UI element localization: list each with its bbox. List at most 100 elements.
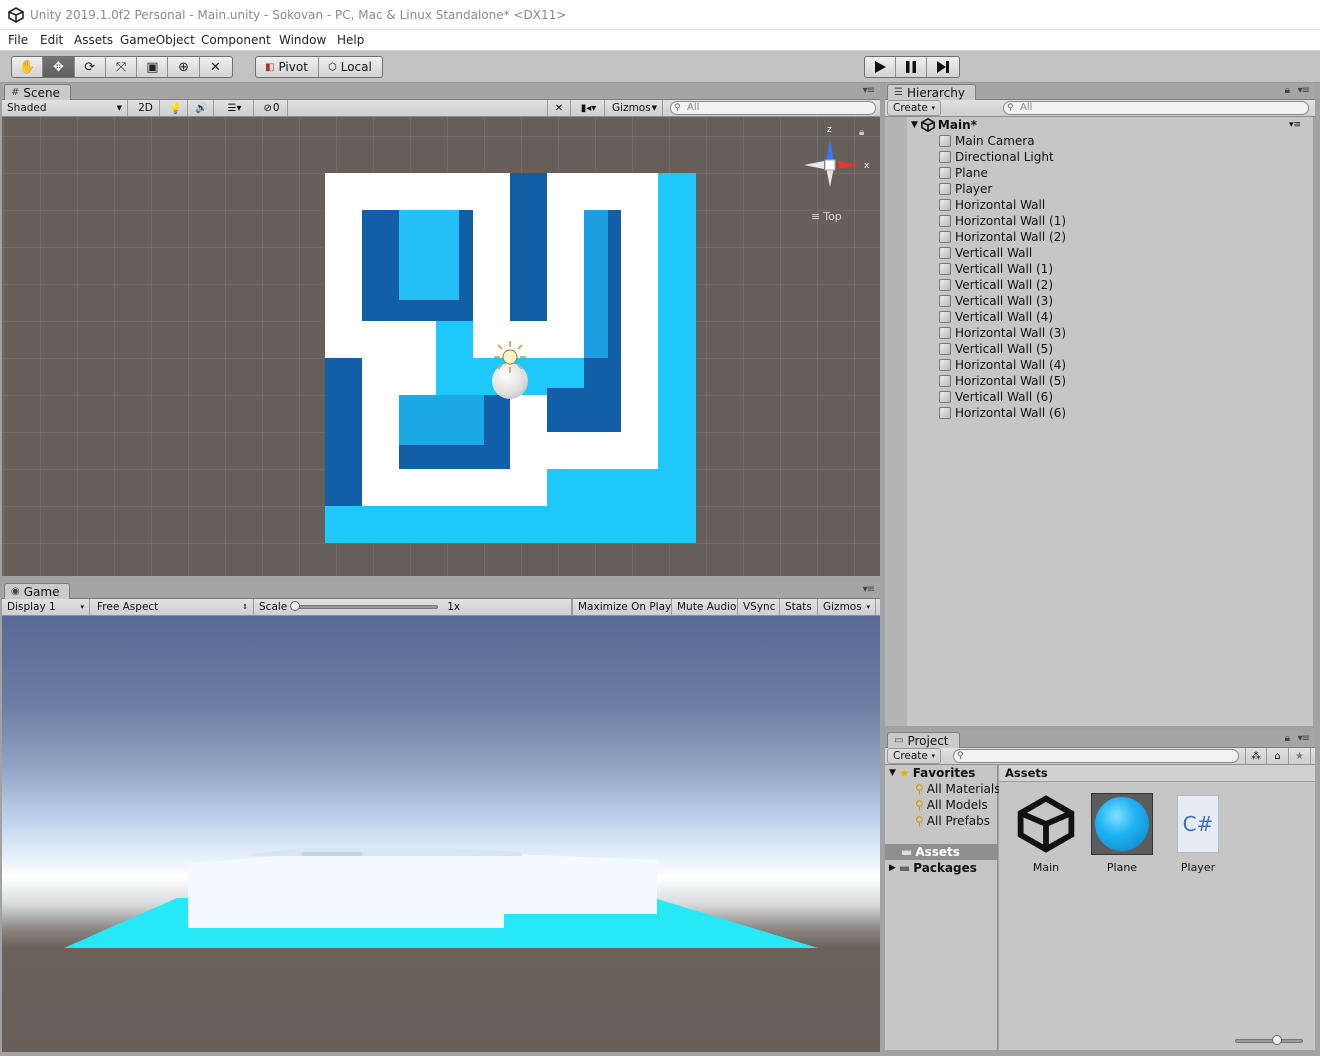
favorites-folder[interactable]: ▼ ★ Favorites (889, 765, 975, 781)
panel-menu-icon[interactable]: ▾≡ (1298, 733, 1310, 744)
hierarchy-search-input[interactable]: ⚲ All (1003, 101, 1309, 115)
menu-edit[interactable]: Edit (40, 33, 63, 47)
icon-size-slider[interactable] (1235, 1035, 1303, 1045)
hierarchy-item[interactable]: Verticall Wall (2) (939, 277, 1053, 293)
collapsed-triangle-icon[interactable]: ▶ (889, 863, 896, 873)
packages-folder[interactable]: ▶ ▬ Packages (889, 860, 977, 876)
menu-assets[interactable]: Assets (74, 33, 113, 47)
panel-menu-icon[interactable]: ▾≡ (1298, 85, 1310, 96)
tab-scene[interactable]: # Scene (4, 84, 71, 100)
slider-thumb[interactable] (290, 601, 301, 611)
project-search-input[interactable]: ⚲ (953, 749, 1239, 763)
hierarchy-item[interactable]: Verticall Wall (4) (939, 309, 1053, 325)
menu-component[interactable]: Component (201, 33, 271, 47)
favorites-star-button[interactable]: ★ (1289, 748, 1311, 764)
hierarchy-item[interactable]: Main Camera (939, 133, 1035, 149)
2d-toggle[interactable]: 2D (132, 100, 160, 116)
lock-icon[interactable]: 🔒︎ (1285, 733, 1290, 744)
pause-button[interactable] (896, 57, 927, 77)
menu-window[interactable]: Window (279, 33, 326, 47)
asset-main-scene[interactable]: Main (1011, 793, 1081, 874)
custom-tool-button[interactable]: ✕ (200, 57, 231, 77)
slider-thumb[interactable] (1272, 1035, 1282, 1045)
favorite-all-materials[interactable]: ⚲ All Materials (915, 781, 1001, 797)
menu-gameobject[interactable]: GameObject (120, 33, 195, 47)
audio-toggle[interactable]: 🔊 (190, 100, 214, 116)
gizmos-dropdown[interactable]: Gizmos ▼ (607, 100, 663, 116)
hierarchy-item-label: Horizontal Wall (5) (955, 374, 1067, 388)
sun-light-icon[interactable] (492, 339, 528, 375)
tab-hierarchy[interactable]: ☰ Hierarchy (887, 84, 976, 100)
gameobject-cube-icon (939, 231, 951, 243)
scale-slider[interactable] (290, 601, 439, 611)
move-tool-button[interactable]: ✥ (43, 57, 75, 77)
favorite-all-models[interactable]: ⚲ All Models (915, 797, 988, 813)
camera-settings-dropdown[interactable]: ▮◂▾ (573, 100, 605, 116)
maximize-on-play-toggle[interactable]: Maximize On Play (572, 599, 672, 615)
hierarchy-item[interactable]: Horizontal Wall (1) (939, 213, 1066, 229)
scene-search-input[interactable]: ⚲ All (670, 101, 876, 115)
assets-breadcrumb[interactable]: Assets (999, 765, 1315, 782)
rect-tool-button[interactable]: ▣ (137, 57, 169, 77)
hierarchy-item[interactable]: Player (939, 181, 992, 197)
asset-plane-material[interactable]: Plane (1087, 793, 1157, 874)
hierarchy-item[interactable]: Horizontal Wall (939, 197, 1045, 213)
hierarchy-item[interactable]: Verticall Wall (1) (939, 261, 1053, 277)
panel-menu-icon[interactable]: ▾≡ (863, 584, 875, 595)
scene-viewport[interactable]: z x 🔒︎ ≡ Top (2, 117, 880, 576)
lock-icon[interactable]: 🔒︎ (1285, 85, 1290, 96)
step-button[interactable] (927, 57, 958, 77)
filter-by-type-button[interactable]: ⁂ (1245, 748, 1267, 764)
hierarchy-item[interactable]: Verticall Wall (6) (939, 389, 1053, 405)
hierarchy-item[interactable]: Verticall Wall (939, 245, 1032, 261)
lock-icon[interactable]: 🔒︎ (859, 127, 864, 138)
hierarchy-item[interactable]: Horizontal Wall (3) (939, 325, 1066, 341)
lighting-toggle[interactable]: 💡 (164, 100, 188, 116)
display-dropdown[interactable]: Display 1 ▾ (2, 599, 90, 615)
hierarchy-item[interactable]: Directional Light (939, 149, 1054, 165)
expand-triangle-icon[interactable]: ▼ (911, 120, 918, 130)
scene-menu-icon[interactable]: ▾≡ (1289, 120, 1301, 130)
gizmos-dropdown[interactable]: Gizmos ▾ (818, 599, 876, 615)
transform-tool-button[interactable]: ⊕ (168, 57, 200, 77)
filter-by-label-button[interactable]: ⌂ (1267, 748, 1289, 764)
assets-folder[interactable]: ▬ Assets (885, 844, 997, 860)
favorite-all-prefabs[interactable]: ⚲ All Prefabs (915, 813, 990, 829)
hierarchy-item[interactable]: Horizontal Wall (5) (939, 373, 1066, 389)
game-viewport[interactable] (2, 616, 880, 1052)
stats-toggle[interactable]: Stats (780, 599, 818, 615)
pivot-button[interactable]: ◧ Pivot (256, 57, 319, 77)
tab-game[interactable]: ◉ Game (4, 583, 71, 599)
play-button[interactable] (865, 57, 896, 77)
expand-triangle-icon[interactable]: ▼ (889, 768, 896, 778)
hierarchy-create-dropdown[interactable]: Create ▾ (887, 100, 941, 116)
hierarchy-item[interactable]: Horizontal Wall (2) (939, 229, 1066, 245)
hierarchy-scene-root[interactable]: ▼ Main* ▾≡ (911, 117, 1311, 133)
hierarchy-item[interactable]: Horizontal Wall (4) (939, 357, 1066, 373)
scene-tools-button[interactable]: ✕ (547, 100, 571, 116)
tab-project[interactable]: ▭ Project (887, 732, 960, 748)
view-axis-label[interactable]: ≡ Top (811, 210, 842, 223)
aspect-dropdown[interactable]: Free Aspect ⇕ (92, 599, 254, 615)
vsync-toggle[interactable]: VSync (738, 599, 780, 615)
panel-menu-icon[interactable]: ▾≡ (863, 85, 875, 96)
effects-dropdown[interactable]: ☰▾ (216, 100, 254, 116)
mute-audio-toggle[interactable]: Mute Audio (672, 599, 738, 615)
gameobject-cube-icon (939, 167, 951, 179)
hidden-objects-toggle[interactable]: ⊘ 0 (256, 100, 288, 116)
hierarchy-item[interactable]: Horizontal Wall (6) (939, 405, 1066, 421)
menu-file[interactable]: File (8, 33, 28, 47)
project-create-dropdown[interactable]: Create ▾ (887, 748, 941, 764)
gameobject-cube-icon (939, 263, 951, 275)
scale-tool-button[interactable]: ⤧ (106, 57, 138, 77)
hand-tool-button[interactable]: ✋ (12, 57, 44, 77)
axis-x-label: x (864, 161, 870, 171)
hierarchy-item[interactable]: Plane (939, 165, 988, 181)
shading-mode-dropdown[interactable]: Shaded ▼ (2, 100, 128, 116)
local-button[interactable]: ⬡ Local (319, 57, 382, 77)
hierarchy-item[interactable]: Verticall Wall (5) (939, 341, 1053, 357)
hierarchy-item[interactable]: Verticall Wall (3) (939, 293, 1053, 309)
asset-player-script[interactable]: C# Player (1163, 793, 1233, 874)
menu-help[interactable]: Help (337, 33, 364, 47)
rotate-tool-button[interactable]: ⟳ (75, 57, 106, 77)
